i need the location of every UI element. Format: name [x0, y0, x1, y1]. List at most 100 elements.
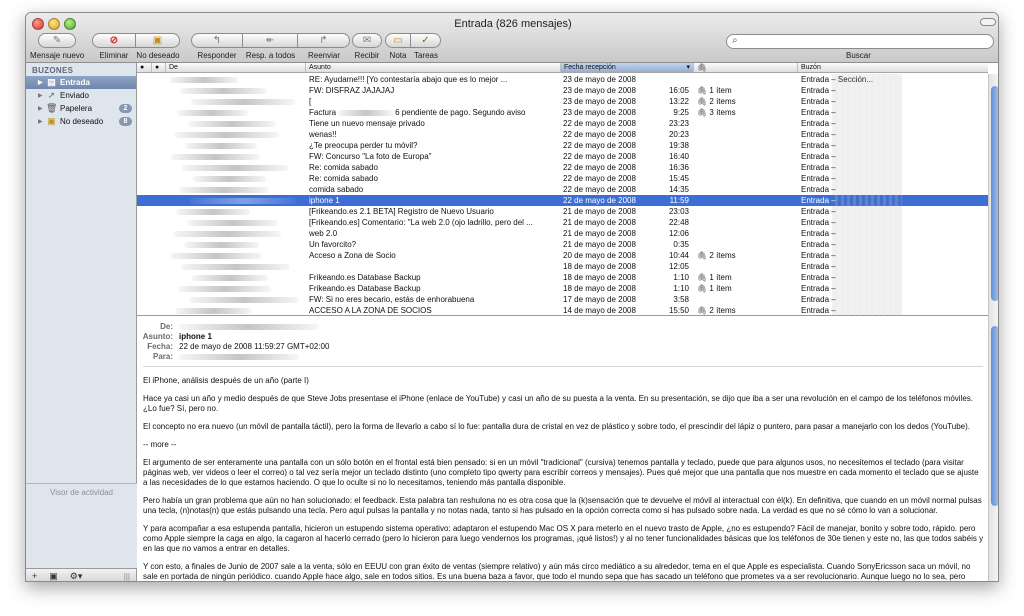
subject-cell: FW: DISFRAZ JAJAJAJ [309, 85, 557, 96]
search-field[interactable]: ⌕ [726, 34, 994, 49]
date-cell: 21 de mayo de 2008 [563, 207, 636, 216]
header-subject: Asunto: iphone 1 [137, 332, 988, 342]
subject-value: iphone 1 [179, 332, 212, 341]
reply-all-arrow-icon: ↞ [265, 35, 275, 46]
redacted-sender [192, 274, 268, 281]
subject-text: wenas!! [309, 130, 337, 139]
attachment-count: 1 ítem [709, 284, 732, 293]
disclosure-triangle-icon[interactable]: ▶ [38, 105, 46, 112]
sidebar-item-label: Enviado [60, 91, 89, 100]
disclosure-triangle-icon[interactable]: ▶ [38, 79, 46, 86]
sort-descending-icon: ▾ [686, 64, 690, 71]
junk-button[interactable]: ▣ No deseado [136, 33, 180, 60]
action-menu-button[interactable]: ⚙▾ [64, 571, 89, 582]
date-cell: 21 de mayo de 2008 [563, 218, 636, 227]
add-mailbox-button[interactable]: + [26, 571, 43, 581]
attachment-count: 3 ítems [709, 108, 736, 117]
sidebar-item-junk[interactable]: ▶ ▣ No deseado 8 [26, 115, 136, 128]
subject-text: iphone 1 [309, 196, 340, 205]
note-button[interactable]: ▭ Nota [385, 33, 411, 60]
forward-button[interactable]: ↱ Reenviar [298, 33, 350, 60]
subject-cell: [ [309, 96, 557, 107]
from-value[interactable] [179, 322, 319, 332]
message-list-scrollbar[interactable] [988, 74, 998, 316]
attachment-count: 2 ítems [709, 306, 736, 315]
show-photo-browser-icon[interactable]: ▣ [43, 571, 64, 582]
column-header-date-received[interactable]: Fecha recepción ▾ [560, 63, 693, 72]
from-label: De: [160, 322, 173, 331]
get-mail-button[interactable]: ✉ Recibir [352, 33, 382, 60]
todo-button[interactable]: ✓ Tareas [411, 33, 441, 60]
sender-cell [169, 195, 299, 206]
redacted-mailbox-area [832, 74, 902, 316]
to-value[interactable] [179, 352, 299, 362]
redacted-sender [175, 307, 252, 314]
time-cell: 23:23 [668, 119, 689, 128]
unread-count-badge: 8 [119, 117, 132, 126]
redacted-sender [190, 197, 297, 204]
redacted-sender [173, 230, 281, 237]
column-header-from[interactable]: De [165, 63, 305, 72]
search-label: Buscar [846, 51, 871, 60]
reply-button[interactable]: ↰ Responder [191, 33, 243, 60]
message-list: ● ● De Asunto Fecha recepción ▾ 🖇 Buzón … [137, 63, 998, 316]
mailboxes-header: BUZONES [32, 66, 74, 75]
column-header-subject[interactable]: Asunto [305, 63, 560, 72]
subject-cell: Frikeando.es Database Backup [309, 283, 557, 294]
new-message-button[interactable]: ✎ Mensaje nuevo [30, 33, 84, 60]
todo-label: Tareas [413, 51, 438, 60]
junk-bag-icon: ▣ [47, 116, 56, 126]
sidebar-item-sent[interactable]: ▶ ➚ Enviado [26, 89, 136, 102]
message-list-scroll-thumb[interactable] [991, 86, 998, 301]
message-headers: De: Asunto: iphone 1 Fecha: 22 de mayo d… [137, 322, 988, 362]
attachment-count: 1 ítem [709, 86, 732, 95]
preview-scrollbar[interactable] [988, 316, 998, 581]
sidebar-item-inbox[interactable]: ▶ ▤ Entrada [26, 76, 136, 89]
column-header-unread[interactable]: ● [137, 63, 151, 72]
new-message-label: Mensaje nuevo [30, 51, 85, 60]
subject-cell: Tiene un nuevo mensaje privado [309, 118, 557, 129]
redacted-subject-part [338, 109, 394, 116]
checkmark-icon: ✓ [421, 35, 430, 46]
paperclip-icon: 🖇 [697, 284, 710, 293]
time-cell: 19:38 [668, 141, 689, 150]
subject-cell: FW: Si no eres becario, estás de enhorab… [309, 294, 557, 305]
column-header-mailbox[interactable]: Buzón [797, 63, 988, 72]
mail-window: Entrada (826 mensajes) ✎ Mensaje nuevo ⊘… [25, 12, 999, 582]
subject-text: Frikeando.es Database Backup [309, 273, 421, 282]
column-header-flag[interactable]: ● [151, 63, 165, 72]
attachment-count: 2 ítems [709, 251, 736, 260]
column-header-attachments[interactable]: 🖇 [693, 63, 797, 72]
subject-cell: [Frikeando.es] Comentario: "La web 2.0 (… [309, 217, 557, 228]
sidebar-item-label: Papelera [60, 104, 93, 113]
activity-viewer-label: Visor de actividad [50, 488, 113, 497]
subject-text: Un favorcito? [309, 240, 357, 249]
attachment-count: 1 ítem [709, 273, 732, 282]
disclosure-triangle-icon[interactable]: ▶ [38, 118, 46, 125]
paperclip-icon: 🖇 [697, 97, 710, 106]
disclosure-triangle-icon[interactable]: ▶ [38, 92, 46, 99]
paperclip-icon: 🖇 [697, 306, 710, 315]
delete-button[interactable]: ⊘ Eliminar [92, 33, 136, 60]
redacted-sender [182, 164, 288, 171]
attachment-cell: 🖇 2 ítems [697, 305, 795, 316]
attachment-cell: 🖇 1 ítem [697, 283, 795, 294]
sender-cell [169, 162, 299, 173]
subject-label: Asunto: [142, 332, 173, 341]
subject-cell: Re: comida sabado [309, 173, 557, 184]
sender-cell [169, 74, 299, 85]
date-cell: 22 de mayo de 2008 [563, 174, 636, 183]
subject-text: FW: DISFRAZ JAJAJAJ [309, 86, 395, 95]
time-cell: 3:58 [673, 295, 689, 304]
sidebar-item-label: Entrada [60, 78, 90, 87]
redacted-sender [191, 98, 295, 105]
sidebar-item-trash[interactable]: ▶ 🗑 Papelera 2 [26, 102, 136, 115]
reply-all-label: Resp. a todos [245, 51, 296, 60]
subject-text: Re: comida sabado [309, 174, 378, 183]
reply-all-button[interactable]: ↞ Resp. a todos [243, 33, 298, 60]
toolbar-toggle-button[interactable] [980, 18, 996, 26]
redacted-sender [180, 87, 267, 94]
preview-scroll-thumb[interactable] [991, 326, 998, 506]
resize-grip-icon[interactable]: ||| [118, 572, 136, 581]
subject-text: web 2.0 [309, 229, 338, 238]
